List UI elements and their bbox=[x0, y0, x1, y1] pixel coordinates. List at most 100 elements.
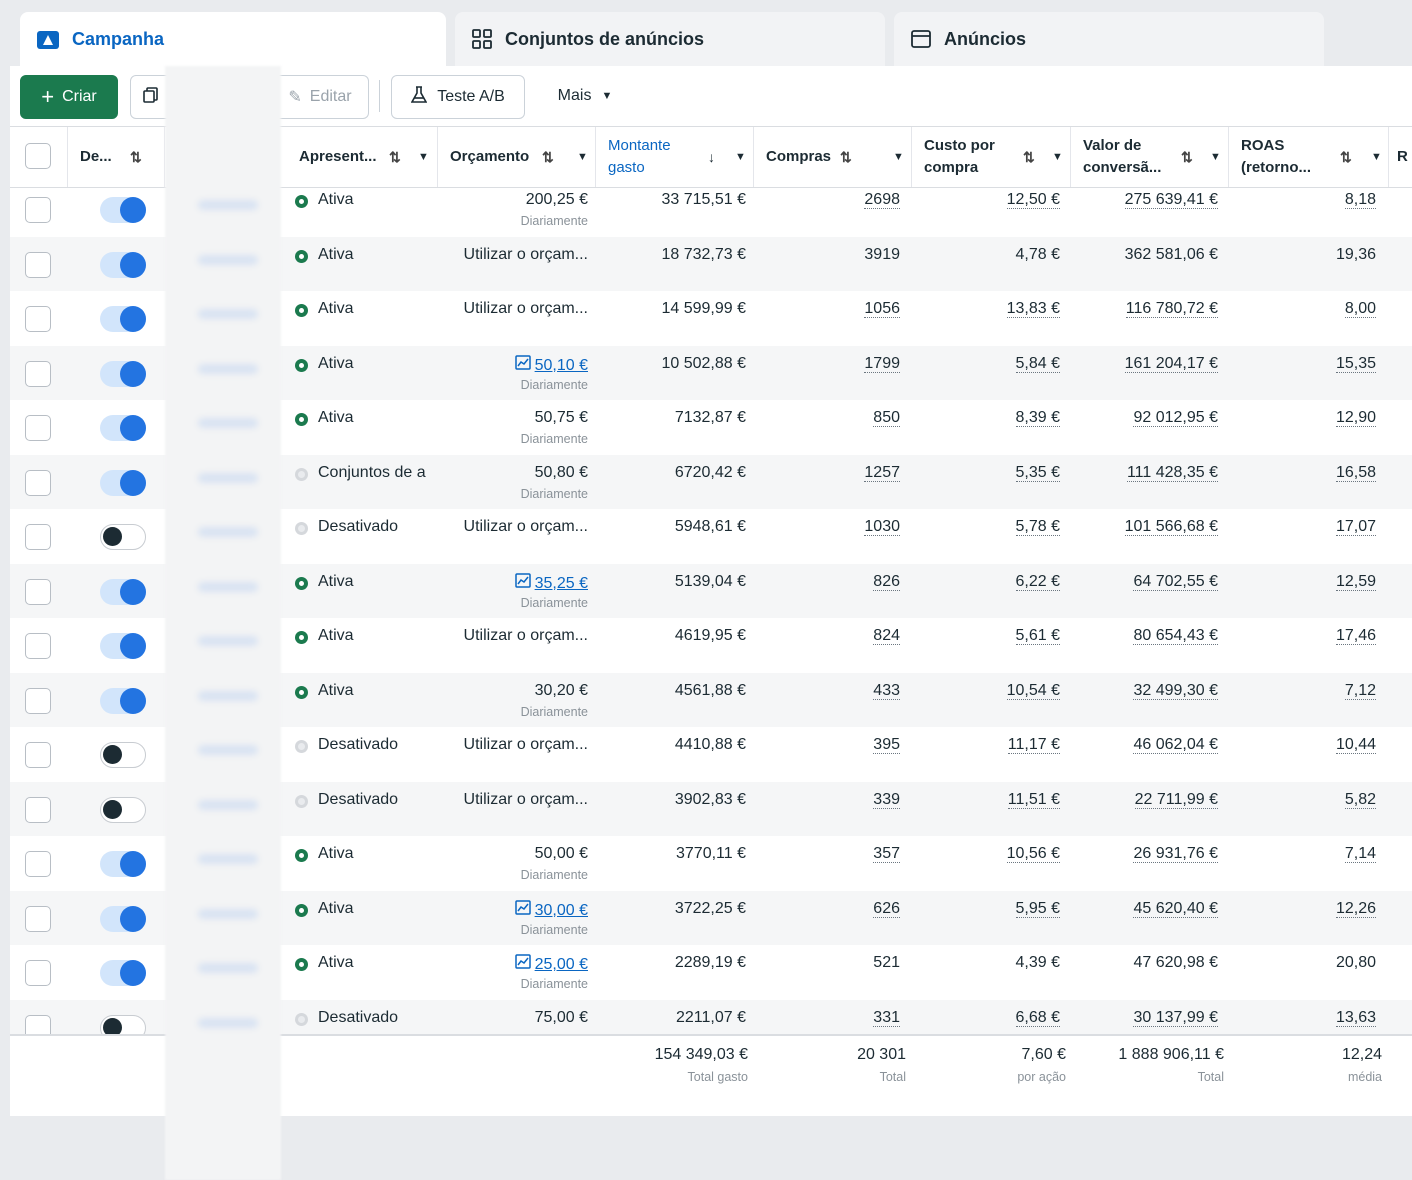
roas[interactable]: 17,46 bbox=[1335, 627, 1376, 645]
tab-ad-sets[interactable]: Conjuntos de anúncios bbox=[455, 12, 885, 66]
cost-per-purchase[interactable]: 5,35 € bbox=[1015, 463, 1060, 482]
roas[interactable]: 12,59 bbox=[1335, 572, 1376, 591]
purchases[interactable]: 433 bbox=[873, 681, 900, 700]
roas[interactable]: 20,80 bbox=[1336, 954, 1376, 971]
row-checkbox[interactable] bbox=[25, 905, 51, 932]
delivery-toggle[interactable] bbox=[100, 251, 146, 278]
redacted-campaign-name[interactable] bbox=[198, 690, 258, 701]
row-checkbox[interactable] bbox=[25, 851, 51, 877]
cost-per-purchase[interactable]: 8,39 € bbox=[1015, 409, 1060, 427]
purchases[interactable]: 339 bbox=[873, 790, 900, 809]
roas[interactable]: 15,35 bbox=[1335, 354, 1376, 373]
cost-per-purchase[interactable]: 6,68 € bbox=[1015, 1008, 1060, 1027]
redacted-campaign-name[interactable] bbox=[198, 799, 258, 810]
col-cut[interactable]: R bbox=[1389, 127, 1412, 187]
roas[interactable]: 7,14 bbox=[1344, 845, 1376, 863]
budget-link[interactable]: 35,25 € bbox=[514, 572, 588, 593]
purchases[interactable]: 521 bbox=[873, 954, 900, 971]
row-checkbox[interactable] bbox=[25, 633, 51, 659]
row-checkbox[interactable] bbox=[25, 578, 51, 605]
redacted-campaign-name[interactable] bbox=[198, 854, 258, 864]
row-checkbox[interactable] bbox=[25, 415, 51, 441]
cost-per-purchase[interactable]: 5,95 € bbox=[1015, 899, 1060, 918]
redacted-campaign-name[interactable] bbox=[198, 908, 258, 919]
conversion-value[interactable]: 64 702,55 € bbox=[1133, 572, 1218, 591]
redacted-campaign-name[interactable] bbox=[198, 745, 258, 755]
cost-per-purchase[interactable]: 11,51 € bbox=[1007, 790, 1060, 809]
delivery-toggle[interactable] bbox=[100, 633, 146, 659]
row-checkbox[interactable] bbox=[25, 306, 51, 332]
conversion-value[interactable]: 362 581,06 € bbox=[1125, 246, 1218, 263]
conversion-value[interactable]: 275 639,41 € bbox=[1124, 191, 1218, 209]
delivery-toggle[interactable] bbox=[100, 469, 146, 496]
col-delivery-toggle[interactable]: De... ⇅ bbox=[68, 127, 165, 187]
purchases[interactable]: 2698 bbox=[864, 191, 900, 209]
roas[interactable]: 16,58 bbox=[1335, 463, 1376, 482]
cost-per-purchase[interactable]: 13,83 € bbox=[1006, 300, 1060, 318]
redacted-campaign-name[interactable] bbox=[198, 309, 258, 319]
conversion-value[interactable]: 111 428,35 € bbox=[1126, 463, 1218, 482]
cost-per-purchase[interactable]: 5,61 € bbox=[1015, 627, 1060, 645]
purchases[interactable]: 824 bbox=[873, 627, 900, 645]
purchases[interactable]: 1257 bbox=[864, 463, 900, 482]
select-all-checkbox[interactable] bbox=[25, 143, 51, 169]
cost-per-purchase[interactable]: 11,17 € bbox=[1007, 736, 1060, 754]
purchases[interactable]: 357 bbox=[873, 845, 900, 863]
redacted-campaign-name[interactable] bbox=[198, 363, 258, 374]
conversion-value[interactable]: 30 137,99 € bbox=[1133, 1008, 1218, 1027]
conversion-value[interactable]: 116 780,72 € bbox=[1125, 300, 1218, 318]
tab-ads[interactable]: Anúncios bbox=[894, 12, 1324, 66]
conversion-value[interactable]: 92 012,95 € bbox=[1133, 409, 1218, 427]
purchases[interactable]: 1799 bbox=[864, 354, 900, 373]
conversion-value[interactable]: 80 654,43 € bbox=[1133, 627, 1218, 645]
budget-link[interactable]: 30,00 € bbox=[514, 899, 588, 920]
cost-per-purchase[interactable]: 6,22 € bbox=[1015, 572, 1060, 591]
row-checkbox[interactable] bbox=[25, 469, 51, 496]
cost-per-purchase[interactable]: 5,84 € bbox=[1015, 354, 1060, 373]
roas[interactable]: 19,36 bbox=[1336, 246, 1376, 263]
delivery-toggle[interactable] bbox=[100, 796, 146, 823]
redacted-campaign-name[interactable] bbox=[198, 1017, 258, 1028]
cost-per-purchase[interactable]: 12,50 € bbox=[1006, 191, 1060, 209]
conversion-value[interactable]: 101 566,68 € bbox=[1124, 518, 1218, 536]
row-checkbox[interactable] bbox=[25, 251, 51, 278]
purchases[interactable]: 331 bbox=[873, 1008, 900, 1027]
roas[interactable]: 8,00 bbox=[1344, 300, 1376, 318]
col-cost-per-purchase[interactable]: Custo por compra ⇅ ▼ bbox=[912, 127, 1071, 187]
purchases[interactable]: 626 bbox=[873, 899, 900, 918]
budget-link[interactable]: 50,10 € bbox=[514, 354, 588, 375]
delivery-toggle[interactable] bbox=[100, 742, 146, 768]
row-checkbox[interactable] bbox=[25, 796, 51, 823]
conversion-value[interactable]: 26 931,76 € bbox=[1133, 845, 1218, 863]
conversion-value[interactable]: 47 620,98 € bbox=[1133, 954, 1218, 971]
cost-per-purchase[interactable]: 10,56 € bbox=[1006, 845, 1060, 863]
row-checkbox[interactable] bbox=[25, 960, 51, 986]
delivery-toggle[interactable] bbox=[100, 905, 146, 932]
redacted-campaign-name[interactable] bbox=[198, 963, 258, 973]
conversion-value[interactable]: 46 062,04 € bbox=[1133, 736, 1218, 754]
col-amount-spent[interactable]: Montante gasto ↓ ▼ bbox=[596, 127, 754, 187]
tab-campaigns[interactable]: Campanha bbox=[20, 12, 446, 66]
redacted-campaign-name[interactable] bbox=[198, 472, 258, 483]
roas[interactable]: 7,12 bbox=[1344, 681, 1376, 700]
conversion-value[interactable]: 45 620,40 € bbox=[1133, 899, 1218, 918]
row-checkbox[interactable] bbox=[25, 687, 51, 714]
col-budget[interactable]: Orçamento ⇅ ▼ bbox=[438, 127, 596, 187]
row-checkbox[interactable] bbox=[25, 524, 51, 550]
row-checkbox[interactable] bbox=[25, 197, 51, 223]
purchases[interactable]: 395 bbox=[873, 736, 900, 754]
row-checkbox[interactable] bbox=[25, 360, 51, 387]
cost-per-purchase[interactable]: 4,39 € bbox=[1016, 954, 1060, 971]
cost-per-purchase[interactable]: 4,78 € bbox=[1016, 246, 1060, 263]
edit-button[interactable]: ✎ Editar bbox=[272, 75, 369, 119]
roas[interactable]: 8,18 bbox=[1344, 191, 1376, 209]
roas[interactable]: 10,44 bbox=[1335, 736, 1376, 754]
roas[interactable]: 17,07 bbox=[1335, 518, 1376, 536]
delivery-toggle[interactable] bbox=[100, 306, 146, 332]
redacted-campaign-name[interactable] bbox=[198, 581, 258, 592]
delivery-toggle[interactable] bbox=[100, 578, 146, 605]
redacted-campaign-name[interactable] bbox=[198, 527, 258, 537]
purchases[interactable]: 3919 bbox=[864, 246, 900, 263]
delivery-toggle[interactable] bbox=[100, 960, 146, 986]
col-roas[interactable]: ROAS (retorno... ⇅ ▼ bbox=[1229, 127, 1389, 187]
